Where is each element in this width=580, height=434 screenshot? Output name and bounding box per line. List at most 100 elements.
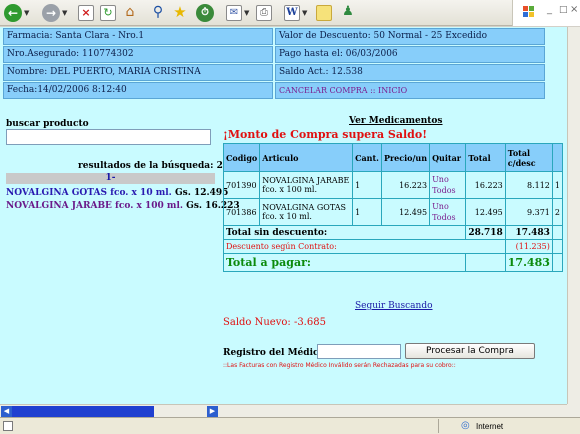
- folder-icon: [316, 5, 332, 21]
- saldo-warning: ¡Monto de Compra supera Saldo!: [223, 128, 428, 141]
- product-price: Gs. 12.495: [174, 188, 229, 198]
- registro-note: ::Las Facturas con Registro Médico Invál…: [223, 362, 456, 369]
- back-dropdown-icon[interactable]: ▼: [24, 4, 29, 22]
- print-button[interactable]: ⎙: [256, 4, 272, 22]
- cart-header-row: Codigo Articulo Cant. Precio/un Quitar T…: [222, 143, 564, 172]
- registro-medico-label: Registro del Médico: [223, 348, 325, 358]
- pago-hasta-info: Pago hasta el: 06/03/2006: [275, 46, 545, 63]
- resultados-label: resultados de la búsqueda: 2: [78, 161, 223, 171]
- product-name[interactable]: NOVALGINA GOTAS fco. x 10 ml.: [6, 188, 172, 198]
- messenger-icon: ♟: [342, 4, 354, 19]
- logo-green-square: [529, 6, 534, 11]
- stop-button[interactable]: ×: [78, 4, 94, 22]
- browser-toolbar: ← ▼ → ▼ × ↻ ⌂ ⚲ ★ ⏱ ✉ ▼ ⎙ W ▼ ♟ _ □ ×: [0, 0, 580, 26]
- back-arrow-icon: ←: [4, 4, 22, 22]
- row-quitar: Uno Todos: [429, 198, 467, 226]
- empty-cell: [551, 225, 564, 240]
- row-articulo: NOVALGINA GOTAS fco. x 10 ml.: [259, 198, 354, 226]
- favorites-button[interactable]: ★: [172, 4, 188, 22]
- back-button[interactable]: ←: [4, 4, 22, 22]
- close-icon[interactable]: ×: [570, 4, 578, 15]
- forward-button[interactable]: →: [42, 4, 60, 22]
- quitar-todos-link[interactable]: Todos: [432, 185, 463, 196]
- descuento-label: Descuento según Contrato:: [223, 239, 506, 254]
- total-pagar-row: Total a pagar: 17.483: [222, 253, 564, 272]
- cart-row: 701386 NOVALGINA GOTAS fco. x 10 ml. 1 1…: [222, 198, 564, 226]
- row-codigo: 701390: [222, 171, 261, 199]
- descuento-row: Descuento según Contrato: (11.235): [223, 239, 564, 254]
- quitar-todos-link[interactable]: Todos: [432, 212, 463, 223]
- row-precio: 12.495: [380, 198, 431, 226]
- word-icon: W: [284, 5, 300, 21]
- refresh-icon: ↻: [100, 5, 116, 21]
- procesar-compra-button[interactable]: Procesar la Compra: [405, 343, 535, 359]
- folder-button[interactable]: [316, 4, 332, 22]
- col-precio: Precio/un: [380, 143, 431, 172]
- seguir-buscando-link[interactable]: Seguir Buscando: [355, 301, 433, 311]
- logo-blue-square: [523, 12, 528, 17]
- row-total: 16.223: [465, 171, 506, 199]
- nombre-info: Nombre: DEL PUERTO, MARIA CRISTINA: [3, 64, 273, 81]
- star-icon: ★: [173, 3, 187, 21]
- home-button[interactable]: ⌂: [122, 4, 138, 22]
- total-sin-descuento-value: 28.718: [465, 225, 506, 240]
- total-pagar-value: 17.483: [504, 253, 553, 272]
- refresh-button[interactable]: ↻: [100, 4, 116, 22]
- row-codigo: 701386: [222, 198, 261, 226]
- row-precio: 16.223: [380, 171, 431, 199]
- ver-medicamentos-link[interactable]: Ver Medicamentos: [349, 116, 443, 126]
- mail-button[interactable]: ✉: [226, 4, 242, 22]
- search-button[interactable]: ⚲: [150, 4, 166, 22]
- edit-dropdown-icon[interactable]: ▼: [302, 4, 307, 22]
- results-page-bar: 1-: [6, 173, 215, 184]
- horizontal-scrollbar[interactable]: ◀ ▶: [0, 404, 567, 417]
- edit-button[interactable]: W: [284, 4, 300, 22]
- windows-logo: _ □ ×: [512, 0, 580, 26]
- messenger-button[interactable]: ♟: [340, 4, 356, 22]
- status-bar: ◎ Internet: [0, 417, 580, 434]
- row-index: 1: [551, 171, 564, 199]
- cart-row: 701390 NOVALGINA JARABE fco. x 100 ml. 1…: [222, 171, 564, 199]
- mail-dropdown-icon[interactable]: ▼: [244, 4, 249, 22]
- minimize-icon[interactable]: _: [547, 4, 552, 15]
- product-result-2[interactable]: NOVALGINA JARABE fco. x 100 ml. Gs. 16.2…: [6, 201, 240, 211]
- col-index: [551, 143, 564, 172]
- history-button[interactable]: ⏱: [196, 4, 214, 22]
- forward-dropdown-icon[interactable]: ▼: [62, 4, 67, 22]
- logo-red-square: [523, 6, 528, 11]
- buscar-producto-input[interactable]: [6, 129, 211, 145]
- cart-table: Codigo Articulo Cant. Precio/un Quitar T…: [222, 143, 564, 272]
- search-icon: ⚲: [152, 4, 164, 20]
- scroll-right-icon[interactable]: ▶: [207, 406, 218, 417]
- mail-icon: ✉: [226, 5, 242, 21]
- home-icon: ⌂: [125, 4, 135, 20]
- logo-yellow-square: [529, 12, 534, 17]
- quitar-uno-link[interactable]: Uno: [432, 201, 463, 212]
- col-total: Total: [465, 143, 506, 172]
- maximize-icon[interactable]: □: [559, 5, 568, 15]
- scroll-left-icon[interactable]: ◀: [1, 406, 12, 417]
- quitar-uno-link[interactable]: Uno: [432, 174, 463, 185]
- forward-arrow-icon: →: [42, 4, 60, 22]
- vertical-scrollbar[interactable]: [567, 27, 580, 404]
- scroll-thumb[interactable]: [12, 406, 154, 417]
- col-cant: Cant.: [352, 143, 382, 172]
- row-articulo: NOVALGINA JARABE fco. x 100 ml.: [259, 171, 354, 199]
- registro-medico-input[interactable]: [317, 344, 401, 359]
- col-codigo: Codigo: [222, 143, 261, 172]
- status-divider: [438, 419, 439, 433]
- zone-label: Internet: [476, 422, 504, 431]
- row-quitar: Uno Todos: [429, 171, 467, 199]
- descuento-value: (11.235): [504, 239, 553, 254]
- nro-asegurado-info: Nro.Asegurado: 110774302: [3, 46, 273, 63]
- saldo-act-info: Saldo Act.: 12.538: [275, 64, 545, 81]
- product-result-1[interactable]: NOVALGINA GOTAS fco. x 10 ml. Gs. 12.495: [6, 188, 228, 198]
- total-sin-descuento-row: Total sin descuento: 28.718 17.483: [222, 225, 564, 240]
- row-cant: 1: [352, 198, 382, 226]
- cancelar-compra-link[interactable]: CANCELAR COMPRA :: INICIO: [275, 82, 545, 99]
- product-name[interactable]: NOVALGINA JARABE fco. x 100 ml.: [6, 201, 183, 211]
- results-page-link[interactable]: 1-: [106, 173, 116, 183]
- page-icon: [3, 421, 13, 431]
- row-cant: 1: [352, 171, 382, 199]
- total-pagar-label: Total a pagar:: [222, 253, 467, 272]
